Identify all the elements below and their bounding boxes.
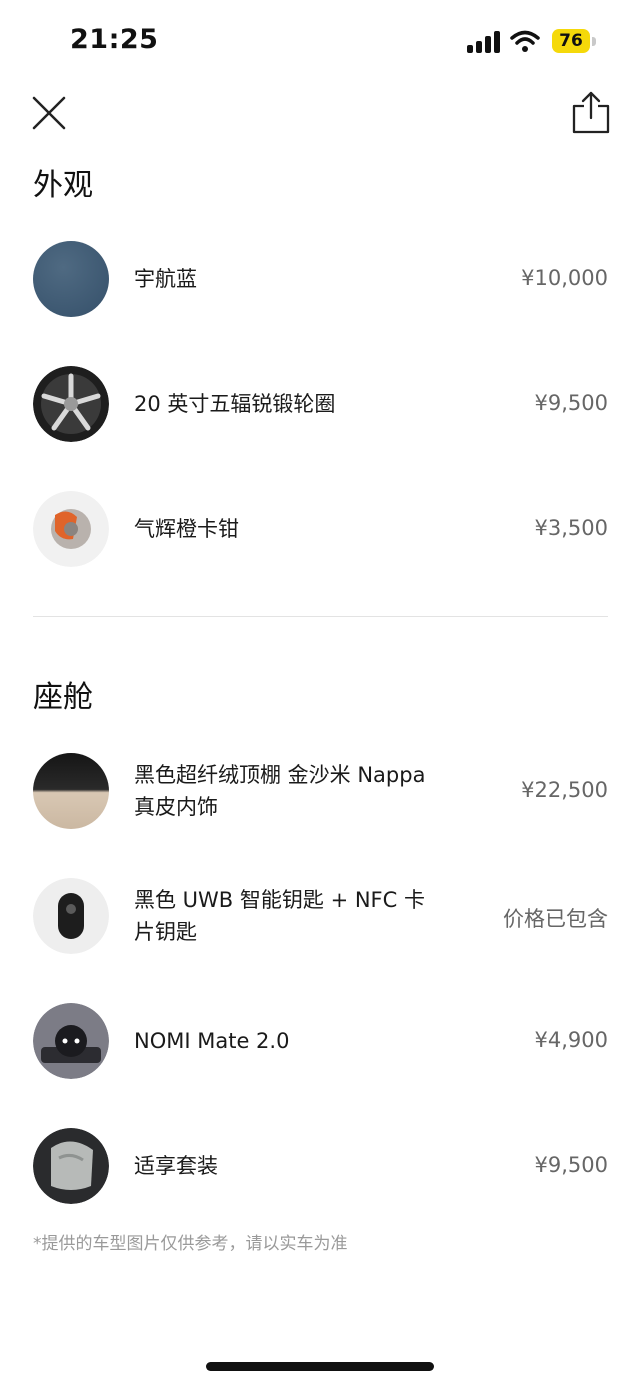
battery-cap (592, 37, 596, 46)
close-icon[interactable] (30, 94, 68, 132)
status-bar: 21:25 76 (0, 0, 640, 80)
cabin-item-interior[interactable]: 黑色超纤绒顶棚 金沙米 Nappa 真皮内饰 ¥22,500 (33, 753, 608, 833)
wheel-thumb (33, 366, 109, 442)
battery-icon: 76 (552, 29, 590, 53)
item-price: ¥9,500 (534, 391, 608, 415)
item-price: ¥9,500 (534, 1153, 608, 1177)
section-divider (33, 616, 608, 617)
home-indicator[interactable] (206, 1362, 434, 1371)
item-name: 黑色 UWB 智能钥匙 + NFC 卡片钥匙 (134, 888, 425, 944)
item-price: ¥22,500 (521, 778, 608, 802)
item-name: 20 英寸五辐锐锻轮圈 (134, 392, 336, 416)
item-price: ¥10,000 (521, 266, 608, 290)
exterior-item-caliper[interactable]: 气辉橙卡钳 ¥3,500 (33, 491, 608, 571)
exterior-item-wheel[interactable]: 20 英寸五辐锐锻轮圈 ¥9,500 (33, 366, 608, 446)
seat-package-thumb (33, 1128, 109, 1204)
status-time: 21:25 (70, 24, 159, 55)
section-title-exterior: 外观 (33, 168, 93, 203)
item-name: NOMI Mate 2.0 (134, 1029, 290, 1053)
item-name: 黑色超纤绒顶棚 金沙米 Nappa 真皮内饰 (134, 763, 426, 819)
wifi-icon (510, 30, 540, 52)
item-price: ¥3,500 (534, 516, 608, 540)
disclaimer-text: *提供的车型图片仅供参考，请以实车为准 (33, 1234, 348, 1254)
cellular-signal-icon (467, 31, 501, 53)
interior-trim-thumb (33, 753, 109, 829)
cabin-item-key[interactable]: 黑色 UWB 智能钥匙 + NFC 卡片钥匙 价格已包含 (33, 878, 608, 958)
color-swatch-thumb (33, 241, 109, 317)
share-icon[interactable] (570, 90, 612, 134)
battery-level: 76 (559, 31, 583, 51)
item-name: 适享套装 (134, 1154, 218, 1178)
cabin-item-package[interactable]: 适享套装 ¥9,500 (33, 1128, 608, 1208)
item-price: 价格已包含 (503, 907, 608, 931)
nomi-mate-thumb (33, 1003, 109, 1079)
item-name: 气辉橙卡钳 (134, 517, 239, 541)
brake-caliper-thumb (33, 491, 109, 567)
cabin-item-nomi[interactable]: NOMI Mate 2.0 ¥4,900 (33, 1003, 608, 1083)
item-name: 宇航蓝 (134, 267, 197, 291)
exterior-item-color[interactable]: 宇航蓝 ¥10,000 (33, 241, 608, 321)
smart-key-thumb (33, 878, 109, 954)
section-title-cabin: 座舱 (33, 680, 93, 715)
item-price: ¥4,900 (534, 1028, 608, 1052)
